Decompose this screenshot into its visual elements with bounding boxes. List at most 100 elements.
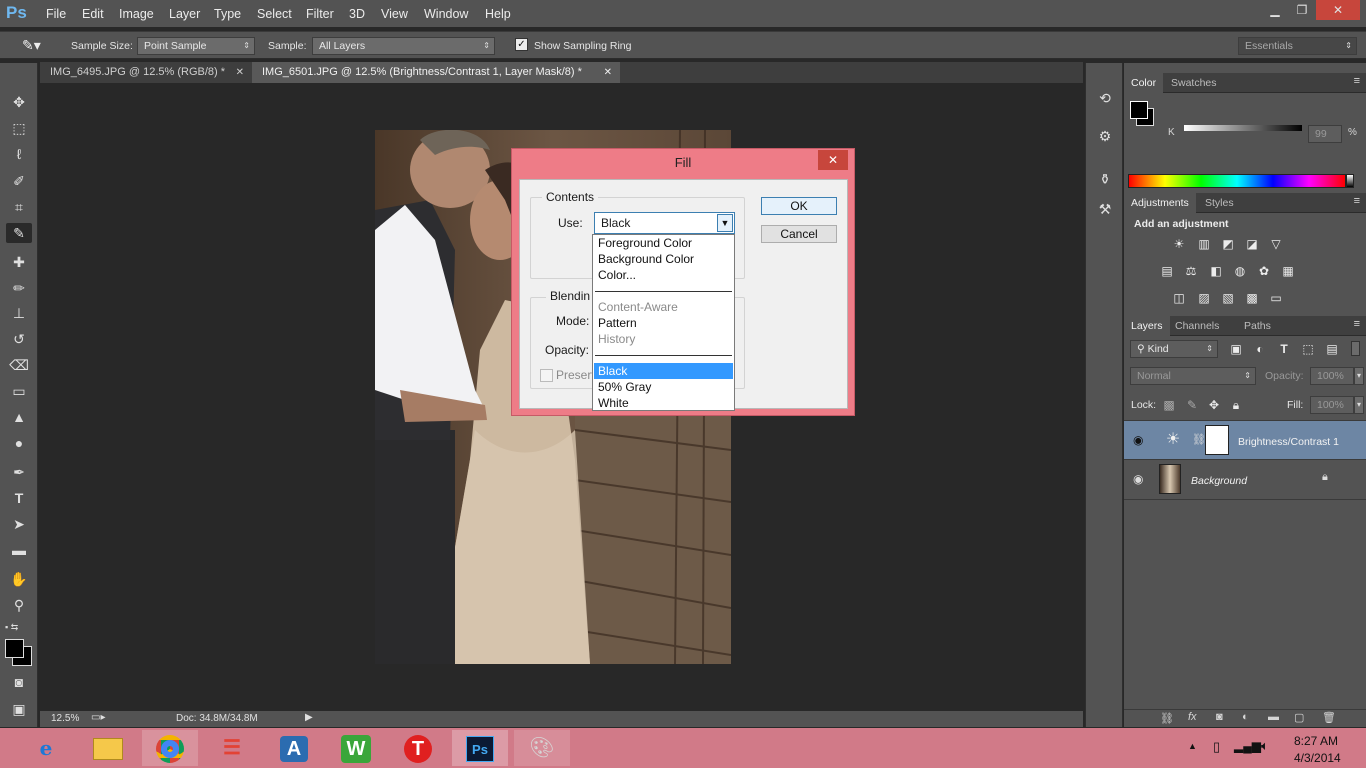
restore-button[interactable]: ❐ [1289, 0, 1315, 20]
sample-size-select[interactable]: Point Sample ⇕ [137, 37, 255, 55]
cancel-button[interactable]: Cancel [761, 225, 837, 243]
eyedropper-tool-icon[interactable]: ✎ [6, 223, 32, 243]
paint-icon[interactable]: 🎨︎ [514, 730, 570, 766]
tab-swatches[interactable]: Swatches [1164, 73, 1224, 93]
menu-type[interactable]: Type [214, 7, 241, 21]
workspace-select[interactable]: Essentials ⇕ [1238, 37, 1357, 55]
panel-menu-icon[interactable]: ≡ [1354, 75, 1360, 87]
menu-layer[interactable]: Layer [169, 7, 200, 21]
close-tab-icon[interactable]: ✕ [236, 62, 244, 83]
chevron-down-icon[interactable]: ▼ [717, 214, 733, 232]
new-group-icon[interactable]: ▬ [1268, 711, 1279, 723]
opacity-dropdown-icon[interactable]: ▾ [1354, 367, 1364, 385]
panel-menu-icon[interactable]: ≡ [1354, 195, 1360, 207]
tab-paths[interactable]: Paths [1237, 316, 1278, 336]
option-foreground-color[interactable]: Foreground Color [594, 235, 733, 251]
option-color[interactable]: Color... [594, 267, 733, 283]
eyedropper-tool-preset-icon[interactable]: ✎▾ [22, 37, 41, 54]
screen-mode-icon[interactable]: ▣ [6, 699, 32, 719]
bw-ramp[interactable] [1346, 174, 1354, 188]
lock-all-icon[interactable]: 🔒︎ [1228, 398, 1244, 412]
menu-3d[interactable]: 3D [349, 7, 365, 21]
lock-position-icon[interactable]: ✥ [1206, 398, 1222, 412]
close-tab-icon[interactable]: ✕ [604, 62, 612, 83]
threshold-adjust-icon[interactable]: ▧ [1220, 291, 1236, 305]
filter-adjustment-icon[interactable]: ◐ [1252, 342, 1268, 356]
status-menu-arrow-icon[interactable]: ▶ [305, 712, 313, 723]
new-adjustment-icon[interactable]: ◐ [1242, 711, 1249, 723]
history-brush-tool-icon[interactable]: ↺ [6, 329, 32, 349]
type-tool-icon[interactable]: T [6, 488, 32, 508]
color-fg-swatch[interactable] [1130, 101, 1148, 119]
filter-pixel-icon[interactable]: ▣ [1228, 342, 1244, 356]
menu-filter[interactable]: Filter [306, 7, 334, 21]
network-icon[interactable]: ▂▄▆ [1234, 739, 1261, 753]
fill-field[interactable]: 100% [1310, 396, 1354, 414]
move-tool-icon[interactable]: ✥ [6, 92, 32, 112]
preserve-transparency-checkbox[interactable] [540, 369, 553, 382]
color-lookup-adjust-icon[interactable]: ▦ [1280, 264, 1296, 278]
tab-layers[interactable]: Layers [1124, 316, 1170, 336]
tool-presets-icon[interactable]: ⚒ [1092, 199, 1118, 219]
zoom-tool-icon[interactable]: ⚲ [6, 595, 32, 615]
layer-row-brightness[interactable]: ◉ ☀ ⛓ Brightness/Contrast 1 [1124, 420, 1366, 460]
quick-selection-tool-icon[interactable]: ✐ [6, 171, 32, 191]
color-balance-adjust-icon[interactable]: ⚖ [1183, 264, 1199, 278]
properties-panel-icon[interactable]: ⚙ [1092, 126, 1118, 146]
history-panel-icon[interactable]: ⟲ [1092, 88, 1118, 108]
tab-styles[interactable]: Styles [1198, 193, 1241, 213]
clock-time[interactable]: 8:27 AM [1294, 734, 1338, 748]
close-window-button[interactable]: ✕ [1316, 0, 1360, 20]
tab-img-6495[interactable]: IMG_6495.JPG @ 12.5% (RGB/8) * ✕ [40, 62, 252, 83]
vibrance-adjust-icon[interactable]: ▽ [1268, 237, 1284, 251]
blend-mode-select[interactable]: Normal ⇕ [1130, 367, 1256, 385]
visibility-eye-icon[interactable]: ◉ [1133, 433, 1143, 447]
dodge-tool-icon[interactable]: ● [6, 433, 32, 453]
tab-adjustments[interactable]: Adjustments [1124, 193, 1196, 213]
exposure-adjust-icon[interactable]: ◪ [1244, 237, 1260, 251]
option-50-gray[interactable]: 50% Gray [594, 379, 733, 395]
gradient-tool-icon[interactable]: ▭ [6, 381, 32, 401]
visibility-eye-icon[interactable]: ◉ [1133, 472, 1143, 486]
option-black[interactable]: Black [594, 363, 733, 379]
option-background-color[interactable]: Background Color [594, 251, 733, 267]
proof-icon[interactable]: ▭▸ [91, 712, 105, 723]
t-app-icon[interactable]: T [390, 730, 446, 766]
lock-transparent-icon[interactable]: ▩ [1161, 398, 1177, 412]
photoshop-taskbar-icon[interactable]: Ps [452, 730, 508, 766]
path-selection-tool-icon[interactable]: ➤ [6, 514, 32, 534]
trash-icon[interactable]: 🗑︎ [1322, 711, 1336, 724]
opacity-field[interactable]: 100% [1310, 367, 1354, 385]
menu-select[interactable]: Select [257, 7, 292, 21]
layer-filter-select[interactable]: ⚲ Kind ⇕ [1130, 340, 1218, 358]
lasso-tool-icon[interactable]: ℓ [6, 144, 32, 164]
blur-tool-icon[interactable]: ▲ [6, 407, 32, 427]
tab-img-6501[interactable]: IMG_6501.JPG @ 12.5% (Brightness/Contras… [252, 62, 620, 83]
layer-mask-thumbnail[interactable] [1205, 425, 1229, 455]
k-slider[interactable] [1184, 125, 1302, 131]
panel-menu-icon[interactable]: ≡ [1354, 318, 1360, 330]
volume-icon[interactable]: 🔈︎ [1261, 738, 1269, 754]
pen-tool-icon[interactable]: ✒ [6, 462, 32, 482]
posterize-adjust-icon[interactable]: ▨ [1196, 291, 1212, 305]
sampling-ring-checkbox[interactable]: ✓ [515, 38, 528, 51]
black-white-adjust-icon[interactable]: ◧ [1208, 264, 1224, 278]
menu-help[interactable]: Help [485, 7, 511, 21]
selective-color-adjust-icon[interactable]: ▩ [1244, 291, 1260, 305]
dialog-close-button[interactable]: ✕ [818, 150, 848, 170]
filter-shape-icon[interactable]: ⬚ [1300, 342, 1316, 356]
filter-toggle[interactable] [1351, 341, 1360, 356]
menu-file[interactable]: File [46, 7, 66, 21]
option-pattern[interactable]: Pattern [594, 315, 733, 331]
typo-app-icon[interactable]: A [266, 730, 322, 766]
lock-image-icon[interactable]: ✎ [1184, 398, 1200, 412]
minimize-button[interactable]: ▁ [1262, 0, 1288, 20]
invert-adjust-icon[interactable]: ◫ [1171, 291, 1187, 305]
layer-mask-link-icon[interactable]: ⛓ [1192, 433, 1206, 446]
menu-view[interactable]: View [381, 7, 408, 21]
w-app-icon[interactable]: W [328, 730, 384, 766]
layer-name[interactable]: Brightness/Contrast 1 [1238, 436, 1339, 448]
internet-explorer-icon[interactable]: e [18, 730, 74, 766]
brush-tool-icon[interactable]: ✏ [6, 278, 32, 298]
crop-tool-icon[interactable]: ⌗ [6, 197, 32, 217]
